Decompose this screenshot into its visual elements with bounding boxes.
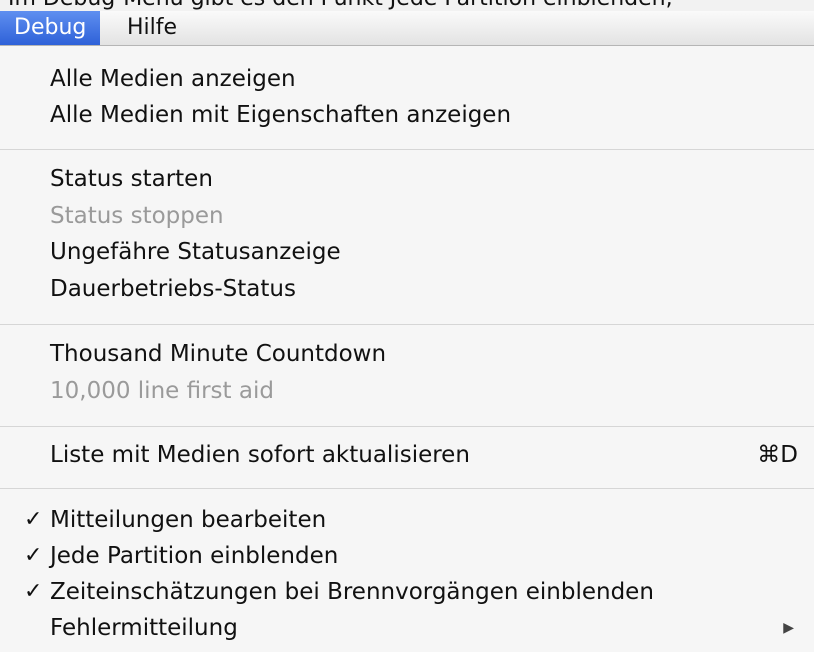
menu-item-label: Alle Medien anzeigen xyxy=(50,66,296,92)
separator xyxy=(0,488,814,489)
separator xyxy=(0,324,814,325)
menu-item-status-stop: Status stoppen xyxy=(0,197,814,235)
submenu-arrow-icon: ▶ xyxy=(783,620,794,636)
menu-item-label: Mitteilungen bearbeiten xyxy=(50,507,327,533)
menu-debug[interactable]: Debug xyxy=(0,11,101,45)
menu-item-label: 10,000 line first aid xyxy=(50,378,274,404)
menu-item-label: Status starten xyxy=(50,166,213,192)
page-caption: Im Debug-Menü gibt es den Punkt Jede Par… xyxy=(0,0,814,11)
menu-item-refresh-media-list[interactable]: Liste mit Medien sofort aktualisieren ⌘D xyxy=(0,436,814,474)
menu-item-show-each-partition[interactable]: ✓ Jede Partition einblenden xyxy=(0,537,814,575)
menu-item-label: Thousand Minute Countdown xyxy=(50,341,387,367)
menu-item-edit-messages[interactable]: ✓ Mitteilungen bearbeiten xyxy=(0,501,814,539)
menu-bar: Debug Hilfe xyxy=(0,11,814,46)
menu-item-approximate-status[interactable]: Ungefähre Statusanzeige xyxy=(0,233,814,271)
menu-item-show-all-media[interactable]: Alle Medien anzeigen xyxy=(0,60,814,98)
menu-item-label: Ungefähre Statusanzeige xyxy=(50,239,341,265)
menu-item-label: Zeiteinschätzungen bei Brennvorgängen ei… xyxy=(50,579,654,605)
menu-item-status-start[interactable]: Status starten xyxy=(0,160,814,198)
menu-item-show-burn-time-estimates[interactable]: ✓ Zeiteinschätzungen bei Brennvorgängen … xyxy=(0,573,814,611)
keyboard-shortcut: ⌘D xyxy=(757,442,798,468)
menu-item-label: Dauerbetriebs-Status xyxy=(50,276,296,302)
menu-item-label: Status stoppen xyxy=(50,203,224,229)
menu-item-continuous-status[interactable]: Dauerbetriebs-Status xyxy=(0,270,814,308)
debug-menu-dropdown: Alle Medien anzeigen Alle Medien mit Eig… xyxy=(0,46,814,652)
menu-item-error-messages[interactable]: Fehlermitteilung ▶ xyxy=(0,609,814,647)
menu-item-label: Fehlermitteilung xyxy=(50,615,238,641)
checkmark-icon: ✓ xyxy=(24,507,43,532)
menu-item-label: Liste mit Medien sofort aktualisieren xyxy=(50,442,470,468)
menu-item-show-all-media-properties[interactable]: Alle Medien mit Eigenschaften anzeigen xyxy=(0,96,814,134)
menu-help[interactable]: Hilfe xyxy=(113,11,191,45)
separator xyxy=(0,426,814,427)
menu-item-first-aid: 10,000 line first aid xyxy=(0,372,814,410)
menu-item-label: Jede Partition einblenden xyxy=(50,543,339,569)
separator xyxy=(0,149,814,150)
menu-item-thousand-minute-countdown[interactable]: Thousand Minute Countdown xyxy=(0,335,814,373)
checkmark-icon: ✓ xyxy=(24,579,43,604)
checkmark-icon: ✓ xyxy=(24,543,43,568)
menu-item-label: Alle Medien mit Eigenschaften anzeigen xyxy=(50,102,512,128)
